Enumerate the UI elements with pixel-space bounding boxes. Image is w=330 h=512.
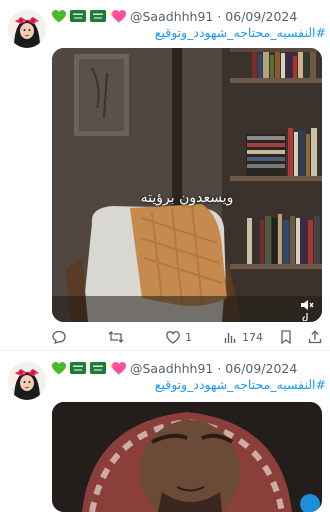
saudi-flag-icon bbox=[90, 10, 106, 22]
video-caption: ويسعدون برؤيته bbox=[140, 190, 234, 206]
post[interactable]: @Saadhhh91 · 06/09/2024 #النفسيه_محتاجه_… bbox=[0, 352, 330, 512]
views-count: 174 bbox=[242, 330, 263, 344]
views-button[interactable]: 174 bbox=[224, 327, 263, 347]
avatar-image bbox=[8, 10, 46, 48]
post[interactable]: @Saadhhh91 · 06/09/2024 #النفسيه_محتاجه_… bbox=[0, 0, 330, 350]
mute-icon[interactable] bbox=[300, 298, 314, 312]
post-header: @Saadhhh91 · 06/09/2024 bbox=[52, 359, 328, 377]
handle-and-date[interactable]: @Saadhhh91 · 06/09/2024 bbox=[130, 9, 297, 24]
share-icon bbox=[308, 330, 322, 344]
green-heart-icon bbox=[52, 9, 66, 23]
action-bar: 1 174 bbox=[52, 327, 328, 347]
avatar-image bbox=[8, 362, 46, 400]
like-button[interactable]: 1 bbox=[166, 327, 192, 347]
sparkling-heart-icon bbox=[110, 361, 126, 375]
video-frame bbox=[52, 48, 322, 322]
reply-button[interactable] bbox=[52, 327, 71, 347]
video-player[interactable] bbox=[52, 402, 322, 512]
saudi-flag-icon bbox=[70, 362, 86, 374]
handle-and-date[interactable]: @Saadhhh91 · 06/09/2024 bbox=[130, 361, 297, 376]
green-heart-icon bbox=[52, 361, 66, 375]
like-icon bbox=[166, 330, 180, 344]
bookmark-icon bbox=[280, 330, 292, 344]
reply-icon bbox=[52, 330, 66, 344]
post-divider bbox=[0, 350, 330, 351]
post-header: @Saadhhh91 · 06/09/2024 bbox=[52, 7, 328, 25]
views-icon bbox=[224, 331, 237, 344]
sparkling-heart-icon bbox=[110, 9, 126, 23]
video-player[interactable]: ويسعدون برؤيته bbox=[52, 48, 322, 322]
bookmark-button[interactable] bbox=[280, 327, 292, 347]
tiktok-icon bbox=[302, 313, 312, 321]
saudi-flag-icon bbox=[70, 10, 86, 22]
video-frame bbox=[52, 402, 322, 512]
repost-icon bbox=[108, 330, 124, 344]
share-button[interactable] bbox=[308, 327, 322, 347]
hashtag-link[interactable]: #النفسيه_محتاجه_شهودد_وتوقيع bbox=[150, 25, 326, 40]
avatar[interactable] bbox=[8, 362, 46, 400]
like-count: 1 bbox=[185, 330, 192, 344]
saudi-flag-icon bbox=[90, 362, 106, 374]
avatar[interactable] bbox=[8, 10, 46, 48]
hashtag-link[interactable]: #النفسيه_محتاجه_شهودد_وتوقيع bbox=[150, 377, 326, 392]
repost-button[interactable] bbox=[108, 327, 129, 347]
